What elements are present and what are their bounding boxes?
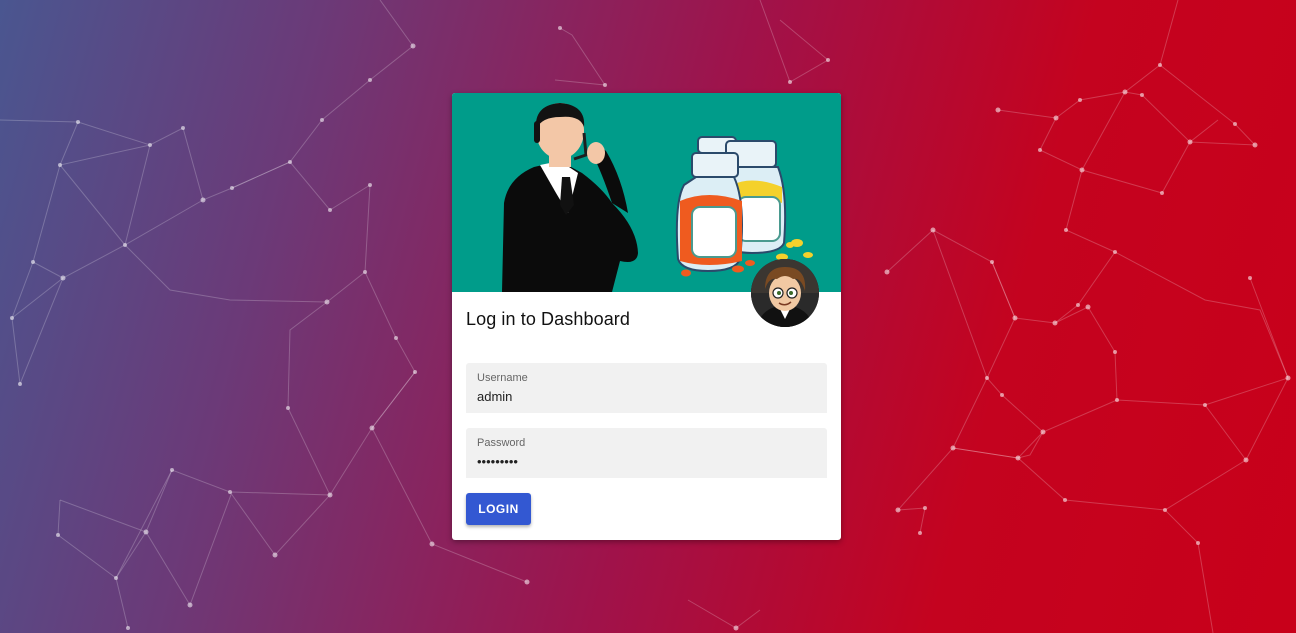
password-label: Password bbox=[477, 437, 526, 449]
login-button[interactable]: LOGIN bbox=[466, 493, 531, 525]
username-input[interactable] bbox=[477, 387, 807, 405]
password-input[interactable] bbox=[477, 452, 807, 470]
username-label: Username bbox=[477, 372, 528, 384]
password-field[interactable]: Password bbox=[466, 428, 827, 478]
login-card: Log in to Dashboard Username Password LO… bbox=[452, 93, 841, 540]
user-avatar-icon bbox=[751, 259, 819, 327]
pill-bottles-illustration bbox=[675, 136, 813, 277]
page-title: Log in to Dashboard bbox=[466, 309, 631, 329]
businessman-illustration bbox=[502, 103, 638, 292]
username-field[interactable]: Username bbox=[466, 363, 827, 413]
